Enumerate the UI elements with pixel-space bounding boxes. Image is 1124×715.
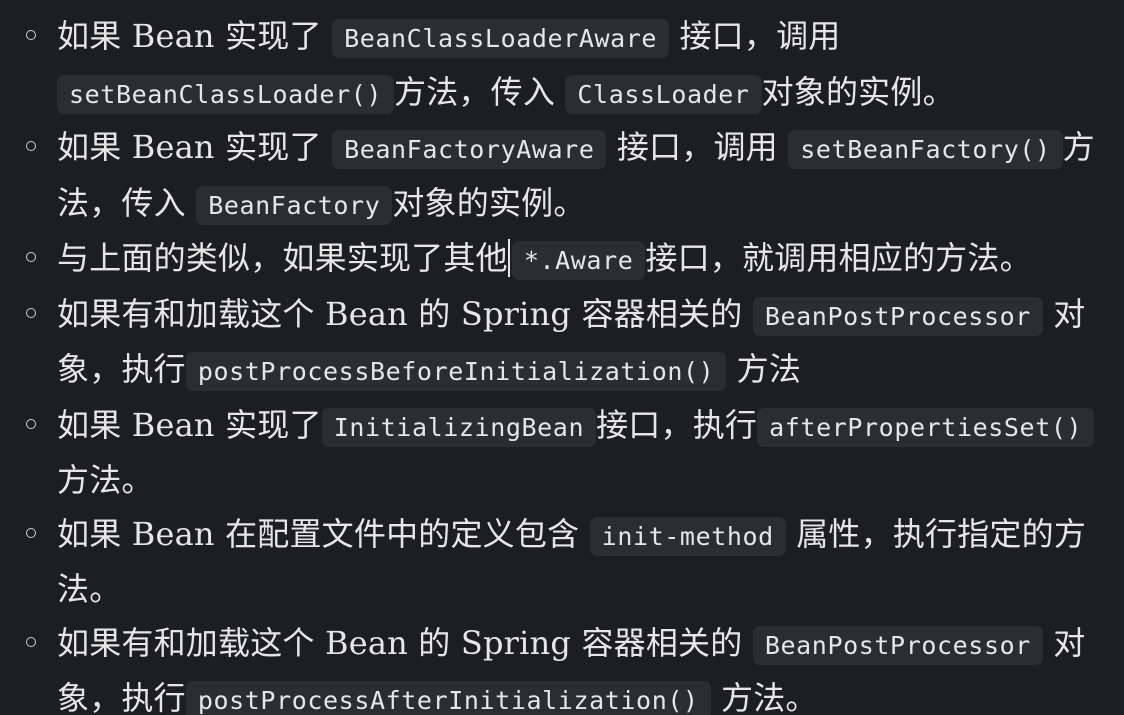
bullet-circle-icon [26,30,36,40]
item-text: 接口，调用 [669,17,841,55]
item-text: 如果 Bean 在配置文件中的定义包含 [57,514,590,553]
item-text: 如果有和加载这个 Bean 的 Spring 容器相关的 [57,294,753,333]
item-text: 方法 [726,350,802,388]
inline-code: postProcessBeforeInitialization() [185,352,727,391]
item-text: 方法，传入 [394,72,566,111]
inline-code: BeanFactory [196,185,393,225]
item-text: 方法。 [57,461,154,499]
list-item: 如果有和加载这个 Bean 的 Spring 容器相关的 BeanPostPro… [0,288,1124,399]
inline-code: postProcessAfterInitialization() [185,681,711,715]
item-text: 如果 Bean 实现了 [57,17,333,55]
item-text: 如果有和加载这个 Bean 的 Spring 容器相关的 [57,623,753,662]
inline-code: BeanClassLoaderAware [332,19,670,58]
list-item: 如果 Bean 在配置文件中的定义包含 init-method 属性，执行指定的… [0,508,1124,617]
inline-code: BeanFactoryAware [332,130,607,169]
list-item: 如果有和加载这个 Bean 的 Spring 容器相关的 BeanPostPro… [0,617,1124,715]
inline-code: setBeanFactory() [788,130,1063,169]
item-text: 与上面的类似，如果实现了其他 [57,239,508,277]
list-item: 与上面的类似，如果实现了其他 *.Aware 接口，就调用相应的方法。 [0,232,1124,288]
inline-code: BeanPostProcessor [752,625,1043,665]
bullet-circle-icon [26,141,36,151]
item-text: 接口，调用 [606,128,789,166]
item-text: 接口，就调用相应的方法。 [645,239,1032,277]
inline-code: InitializingBean [321,407,597,447]
text-cursor [507,239,510,277]
item-text: 对象的实例。 [761,72,955,111]
list-item: 如果 Bean 实现了 BeanClassLoaderAware 接口，调用 s… [0,10,1124,121]
list-item: 如果 Bean 实现了 InitializingBean 接口，执行 afterPro… [0,399,1124,508]
inline-code: setBeanClassLoader() [57,74,395,114]
item-text: 方法。 [710,679,818,715]
bullet-circle-icon [26,252,36,262]
list-item: 如果 Bean 实现了 BeanFactoryAware 接口，调用 setBe… [0,121,1124,232]
item-text: 如果 Bean 实现了 [57,128,333,166]
inline-code: ClassLoader [565,74,762,114]
bullet-circle-icon [26,636,36,647]
item-text: 接口，执行 [596,405,758,444]
bullet-circle-icon [26,527,36,538]
item-text: 如果 Bean 实现了 [57,405,322,444]
inline-code: *.Aware [511,241,646,280]
inline-code: afterPropertiesSet() [757,407,1095,447]
inline-code: BeanPostProcessor [752,296,1043,336]
bullet-circle-icon [26,418,36,429]
inline-code: init-method [589,516,786,556]
lifecycle-list: 如果 Bean 实现了 BeanClassLoaderAware 接口，调用 s… [0,0,1124,715]
item-text: 对象的实例。 [392,183,586,222]
bullet-circle-icon [26,307,36,318]
